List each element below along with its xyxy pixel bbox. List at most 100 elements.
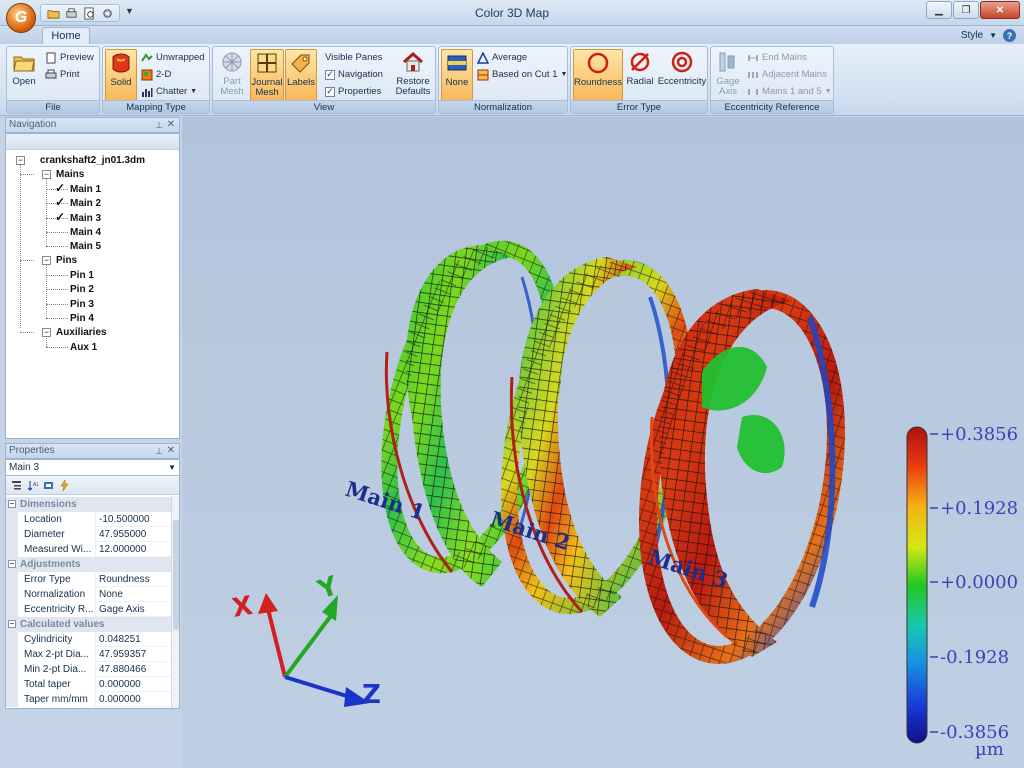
property-row[interactable]: Min 2-pt Dia... 47.880466 [6, 662, 171, 677]
property-value[interactable]: None [97, 587, 171, 602]
scrollbar-thumb[interactable] [173, 520, 179, 630]
property-name: Error Type [6, 572, 96, 587]
3d-viewport[interactable]: Main 1 Main 2 Main 3 X Y Z +0.3856 +0.19… [182, 117, 1024, 768]
tree-item-main-5[interactable]: Main 5 [70, 241, 101, 252]
tree-collapse-toggle[interactable]: − [42, 170, 51, 179]
based-on-cut-dropdown[interactable]: Based on Cut 1 ▼ [477, 67, 567, 82]
events-lightning-icon[interactable] [58, 480, 70, 492]
property-row[interactable]: Eccentricity R... Gage Axis [6, 602, 171, 617]
tree-item-main-3[interactable]: Main 3 [70, 213, 101, 224]
tree-collapse-toggle[interactable]: − [42, 328, 51, 337]
close-button[interactable]: ✕ [980, 1, 1020, 19]
chevron-down-icon: ▼ [824, 88, 832, 95]
property-category[interactable]: − Adjustments [6, 557, 171, 572]
journal-main-3[interactable] [622, 284, 862, 670]
tree-item-pin-4[interactable]: Pin 4 [70, 313, 94, 324]
maximize-button[interactable]: ❐ [953, 1, 979, 19]
svg-text:AZ: AZ [33, 482, 38, 488]
property-value[interactable]: -10.500000 [97, 512, 171, 527]
preview-button[interactable]: Preview [45, 50, 94, 65]
collapse-toggle-icon[interactable]: − [8, 620, 16, 628]
property-row[interactable]: Taper mm/mm 0.000000 [6, 692, 171, 707]
checkmark-icon[interactable]: ✓ [55, 181, 65, 195]
tree-collapse-toggle[interactable]: − [42, 256, 51, 265]
tree-collapse-toggle[interactable]: − [16, 156, 25, 165]
tree-item-pin-2[interactable]: Pin 2 [70, 284, 94, 295]
roundness-button[interactable]: Roundness [573, 49, 623, 101]
property-row[interactable]: Normalization None [6, 587, 171, 602]
property-row[interactable]: Max 2-pt Dia... 47.959357 [6, 647, 171, 662]
tree-group-auxiliaries[interactable]: Auxiliaries [56, 327, 107, 338]
property-category[interactable]: − Dimensions [6, 497, 171, 512]
minimize-button[interactable]: ▁ [926, 1, 952, 19]
property-name: Cylindricity [6, 632, 96, 647]
tree-item-aux-1[interactable]: Aux 1 [70, 342, 97, 353]
labels-button[interactable]: Labels [285, 49, 317, 101]
object-selector-dropdown[interactable]: Main 3 ▼ [6, 460, 179, 476]
open-button[interactable]: Open [9, 49, 39, 101]
property-value[interactable]: 0.048251 [97, 632, 171, 647]
group-label-file: File [7, 100, 99, 113]
pin-icon[interactable]: ⊥ [155, 118, 163, 132]
color-3d-map-scene[interactable]: Main 1 Main 2 Main 3 X Y Z +0.3856 +0.19… [182, 117, 1024, 768]
checkmark-icon[interactable]: ✓ [55, 195, 65, 209]
chatter-dropdown[interactable]: Chatter ▼ [141, 84, 197, 99]
property-value[interactable]: 47.955000 [97, 527, 171, 542]
mains-1-and-5-dropdown[interactable]: Mains 1 and 5 ▼ [747, 84, 832, 99]
pin-icon[interactable]: ⊥ [155, 444, 163, 458]
journal-mesh-button[interactable]: Journal Mesh [250, 49, 284, 101]
tab-home[interactable]: Home [42, 27, 90, 45]
property-category[interactable]: − Calculated values [6, 617, 171, 632]
properties-scrollbar[interactable] [171, 496, 179, 708]
application-menu-button[interactable]: G [6, 3, 36, 33]
property-row[interactable]: Location -10.500000 [6, 512, 171, 527]
average-button[interactable]: Average [477, 50, 527, 65]
tree-item-pin-1[interactable]: Pin 1 [70, 270, 94, 281]
property-row[interactable]: Cylindricity 0.048251 [6, 632, 171, 647]
navigation-checkbox[interactable]: ✓ Navigation [325, 67, 383, 82]
tree-item-pin-3[interactable]: Pin 3 [70, 299, 94, 310]
property-value[interactable]: 47.959357 [97, 647, 171, 662]
adjacent-mains-button[interactable]: Adjacent Mains [747, 67, 827, 82]
property-value[interactable]: 0.000000 [97, 692, 171, 707]
property-value[interactable]: 12.000000 [97, 542, 171, 557]
end-mains-button[interactable]: End Mains [747, 50, 807, 65]
average-icon [477, 51, 489, 64]
2d-button[interactable]: 2-D [141, 67, 171, 82]
property-value[interactable]: Gage Axis [97, 602, 171, 617]
property-pages-icon[interactable] [42, 480, 54, 492]
collapse-toggle-icon[interactable]: − [8, 560, 16, 568]
close-pane-icon[interactable]: ✕ [167, 444, 175, 458]
tree-item-main-2[interactable]: Main 2 [70, 198, 101, 209]
tree-group-pins[interactable]: Pins [56, 255, 77, 266]
gage-axis-button[interactable]: Gage Axis [713, 49, 743, 101]
property-value[interactable]: 0.000000 [97, 677, 171, 692]
property-row[interactable]: Measured Wi... 12.000000 [6, 542, 171, 557]
property-value[interactable]: Roundness [97, 572, 171, 587]
property-value[interactable]: 47.880466 [97, 662, 171, 677]
help-icon[interactable]: ? [1003, 29, 1016, 42]
print-button[interactable]: Print [45, 67, 80, 82]
radial-button[interactable]: Radial [624, 49, 656, 101]
checkmark-icon[interactable]: ✓ [55, 210, 65, 224]
solid-button[interactable]: Solid [105, 49, 137, 101]
part-mesh-button[interactable]: Part Mesh [215, 49, 249, 101]
style-menu[interactable]: Style ▼ ? [961, 29, 1016, 42]
eccentricity-button[interactable]: Eccentricity [657, 49, 707, 101]
sort-alphabetical-icon[interactable]: AZ [26, 480, 38, 492]
property-row[interactable]: Diameter 47.955000 [6, 527, 171, 542]
tree-item-main-4[interactable]: Main 4 [70, 227, 101, 238]
unwrapped-button[interactable]: Unwrapped [141, 50, 205, 65]
tree-group-mains[interactable]: Mains [56, 169, 84, 180]
property-row[interactable]: Total taper 0.000000 [6, 677, 171, 692]
restore-defaults-button[interactable]: Restore Defaults [393, 49, 433, 101]
properties-checkbox[interactable]: ✓ Properties [325, 84, 381, 99]
z-axis-label: Z [362, 680, 381, 710]
collapse-toggle-icon[interactable]: − [8, 500, 16, 508]
tree-root-file[interactable]: crankshaft2_jn01.3dm [40, 155, 145, 166]
tree-item-main-1[interactable]: Main 1 [70, 184, 101, 195]
categorized-icon[interactable] [10, 480, 22, 492]
close-pane-icon[interactable]: ✕ [167, 118, 175, 132]
property-row[interactable]: Error Type Roundness [6, 572, 171, 587]
normalization-none-button[interactable]: None [441, 49, 473, 101]
